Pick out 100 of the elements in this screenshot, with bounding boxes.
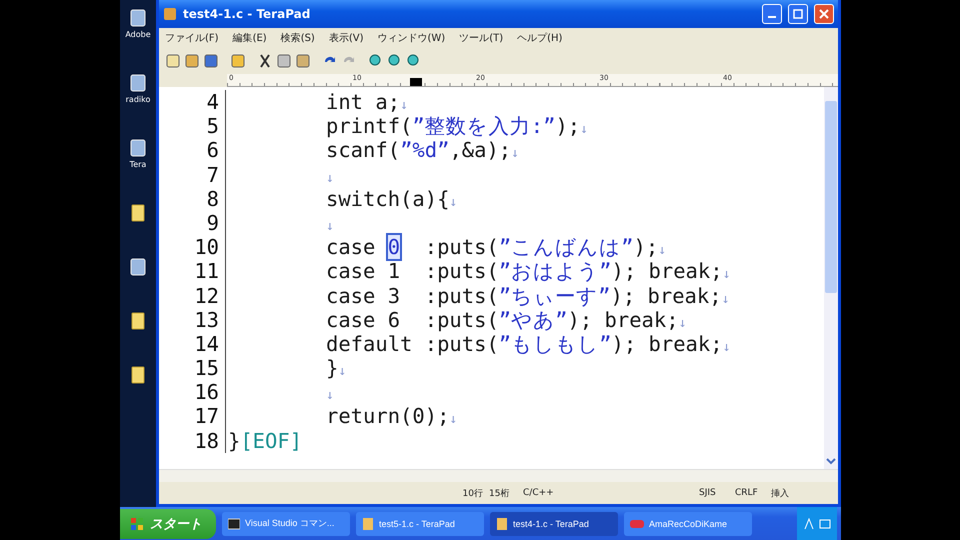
newline-mark: ↓ bbox=[658, 243, 666, 258]
taskbar-button[interactable]: AmaRecCoDiKame bbox=[624, 512, 752, 536]
line-number: 7 bbox=[159, 162, 226, 187]
minimize-button[interactable] bbox=[762, 4, 782, 24]
line-number: 8 bbox=[159, 186, 226, 211]
horizontal-scrollbar[interactable] bbox=[159, 469, 838, 482]
line-number: 13 bbox=[159, 308, 226, 332]
newline-mark: ↓ bbox=[722, 292, 730, 306]
code-text: } bbox=[326, 356, 338, 380]
menu-item[interactable]: ツール(T) bbox=[459, 31, 504, 45]
menu-item[interactable]: ファイル(F) bbox=[165, 31, 219, 45]
newline-mark: ↓ bbox=[338, 364, 346, 380]
line-number: 9 bbox=[159, 210, 226, 236]
notepad-icon bbox=[496, 518, 508, 530]
newline-mark: ↓ bbox=[326, 388, 334, 404]
app-icon[interactable] bbox=[129, 257, 147, 277]
folder-icon[interactable] bbox=[130, 311, 146, 331]
line-number: 5 bbox=[159, 114, 226, 138]
minimize-icon bbox=[768, 16, 776, 18]
code-text: ,&a); bbox=[449, 138, 512, 162]
newline-mark: ↓ bbox=[678, 316, 686, 331]
string-literal: ”%d” bbox=[400, 138, 450, 162]
maximize-button[interactable] bbox=[788, 4, 808, 24]
line-number: 16 bbox=[159, 380, 226, 404]
status-text: 15桁 bbox=[489, 488, 510, 500]
notepad-icon bbox=[362, 518, 374, 530]
line-number: 15 bbox=[159, 356, 226, 380]
code-text: ); break; bbox=[567, 308, 679, 332]
code-text: case 6 :puts( bbox=[326, 308, 499, 332]
line-number: 12 bbox=[159, 284, 226, 308]
menu-item[interactable]: ヘルプ(H) bbox=[517, 31, 562, 45]
code-text: printf( bbox=[326, 114, 412, 138]
newline-mark: ↓ bbox=[722, 340, 730, 355]
line-number: 10 bbox=[159, 235, 226, 260]
line-number: 6 bbox=[159, 138, 226, 163]
string-literal: ”やあ” bbox=[498, 308, 568, 332]
taskbar-button[interactable]: test5-1.c - TeraPad bbox=[356, 512, 484, 536]
tray-icon[interactable] bbox=[819, 518, 831, 530]
code-text: } bbox=[228, 428, 240, 453]
code-text: switch(a){ bbox=[326, 186, 450, 211]
code-text: case 3 :puts( bbox=[326, 284, 499, 308]
code-text: :puts( bbox=[424, 235, 499, 260]
app-icon bbox=[163, 7, 177, 21]
line-number: 11 bbox=[159, 259, 226, 284]
window-title: test4-1.c - TeraPad bbox=[183, 7, 310, 21]
code-text: scanf( bbox=[326, 138, 400, 162]
menu-item[interactable]: 検索(S) bbox=[280, 31, 315, 45]
code-text: ); bbox=[555, 114, 580, 138]
newline-mark: ↓ bbox=[722, 267, 730, 282]
code-text: default :puts( bbox=[326, 332, 499, 356]
taskbar-button[interactable]: Visual Studio コマン... bbox=[222, 512, 350, 536]
newline-mark: ↓ bbox=[326, 218, 334, 234]
vertical-scrollbar[interactable] bbox=[824, 87, 838, 469]
menu-item[interactable]: 表示(V) bbox=[328, 31, 364, 45]
app-icon[interactable] bbox=[128, 73, 147, 93]
eof-marker: [EOF] bbox=[240, 428, 302, 453]
windows-flag-icon bbox=[130, 516, 144, 530]
app-icon[interactable] bbox=[129, 138, 147, 158]
code-text: ); break; bbox=[611, 259, 723, 284]
taskbar-button[interactable]: test4-1.c - TeraPad bbox=[490, 512, 618, 536]
code-text: case bbox=[326, 235, 376, 260]
line-number: 4 bbox=[159, 90, 226, 114]
close-icon bbox=[819, 9, 829, 19]
string-literal: ”こんばんは” bbox=[498, 235, 634, 260]
string-literal: ”整数を入力:” bbox=[412, 114, 556, 138]
folder-icon[interactable] bbox=[130, 203, 146, 223]
app-icon[interactable] bbox=[129, 8, 147, 28]
desktop-icon-label[interactable]: Adobe bbox=[125, 30, 151, 39]
newline-mark: ↓ bbox=[449, 412, 458, 428]
tray-icon[interactable] bbox=[803, 518, 815, 530]
newline-mark: ↓ bbox=[580, 122, 588, 138]
code-text: return(0); bbox=[326, 404, 450, 428]
menu-item[interactable]: ウィンドウ(W) bbox=[378, 31, 446, 45]
status-text: SJIS bbox=[699, 488, 717, 498]
newline-mark: ↓ bbox=[326, 170, 334, 186]
close-button[interactable] bbox=[814, 4, 834, 24]
status-text: 10行 bbox=[462, 488, 484, 500]
scrollbar-thumb[interactable] bbox=[825, 101, 837, 293]
recorder-icon bbox=[630, 518, 644, 528]
console-icon bbox=[228, 518, 240, 530]
code-text: case 1 :puts( bbox=[326, 259, 499, 284]
line-number: 18 bbox=[159, 428, 226, 453]
string-literal: ”ちぃーす” bbox=[498, 284, 610, 308]
newline-mark: ↓ bbox=[400, 98, 408, 113]
status-text: CRLF bbox=[735, 488, 759, 498]
scroll-down-icon[interactable] bbox=[826, 457, 836, 465]
line-number: 14 bbox=[159, 332, 226, 356]
desktop-icon-label[interactable]: Tera bbox=[130, 160, 146, 169]
code-text: ); bbox=[634, 235, 658, 260]
string-literal: ”おはよう” bbox=[498, 259, 612, 284]
newline-mark: ↓ bbox=[511, 146, 519, 162]
code-text: int a; bbox=[326, 90, 400, 114]
code-text: ); break; bbox=[611, 332, 723, 356]
menu-item[interactable]: 編集(E) bbox=[232, 31, 267, 45]
text-cursor: 0 bbox=[388, 235, 400, 260]
status-text: 挿入 bbox=[771, 488, 790, 500]
folder-icon[interactable] bbox=[130, 365, 146, 385]
maximize-icon bbox=[793, 9, 803, 19]
string-literal: ”もしもし” bbox=[498, 332, 612, 356]
desktop-icon-label[interactable]: radiko bbox=[126, 95, 150, 104]
